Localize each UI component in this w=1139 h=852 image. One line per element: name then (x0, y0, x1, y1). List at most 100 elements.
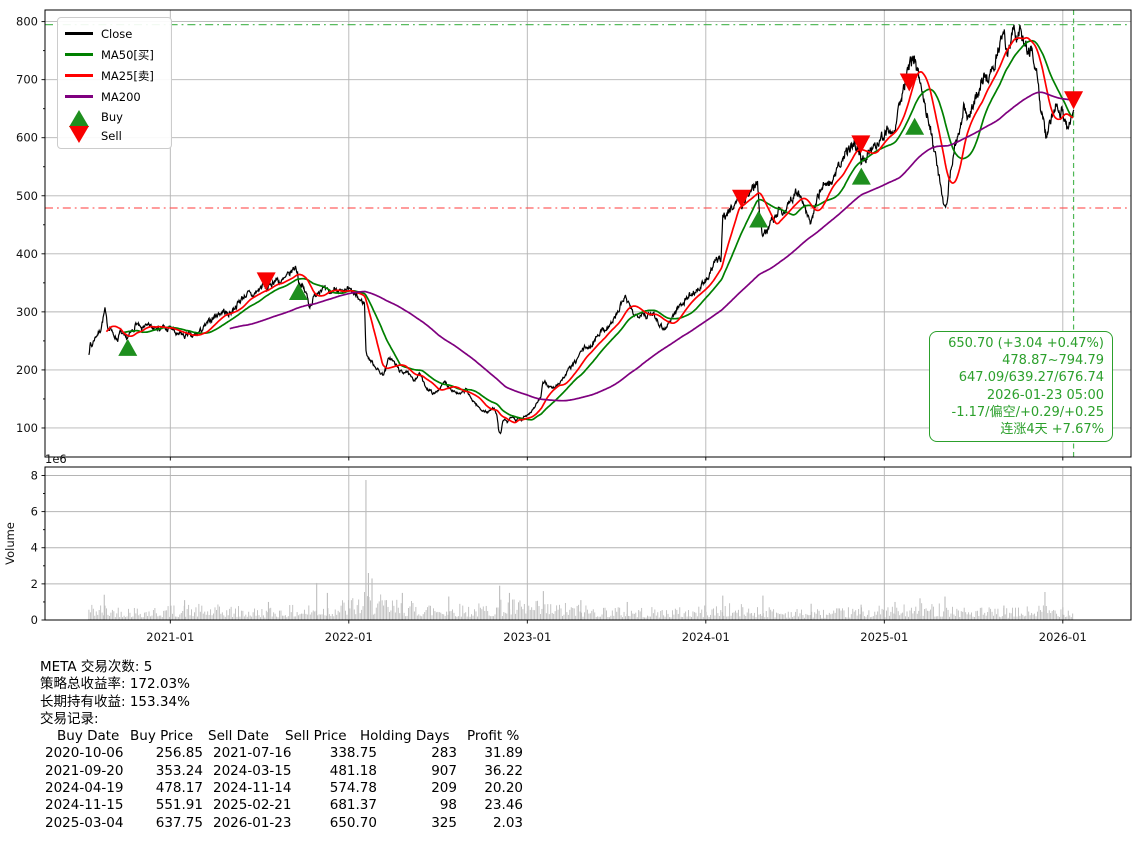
table-row: 2025-03-04 637.75 2026-01-23 650.70 325 … (40, 815, 640, 832)
trade-records-title: 交易记录: (40, 711, 640, 728)
x-tick-label: 2022-01 (325, 630, 373, 644)
trade-cell: 353.24 (128, 763, 203, 780)
x-tick-label: 2023-01 (503, 630, 551, 644)
annotation-range-line: 478.87~794.79 (938, 352, 1104, 369)
y-tick-label: 100 (16, 421, 38, 435)
trade-cell: 551.91 (128, 797, 203, 814)
trade-cell: 338.75 (303, 745, 377, 762)
table-row: 2024-04-19 478.17 2024-11-14 574.78 209 … (40, 780, 640, 797)
y-tick-label: 800 (16, 15, 38, 29)
legend-label: MA50[买] (101, 47, 154, 63)
trade-cell: 20.20 (457, 780, 523, 797)
trade-cell: 907 (377, 763, 457, 780)
sell-triangle-icon (69, 126, 89, 143)
volume-tick-label: 0 (31, 613, 38, 627)
trade-cell: 2021-09-20 (45, 763, 123, 780)
trade-cell: 2.03 (457, 815, 523, 832)
volume-axis-title: Volume (3, 522, 17, 565)
strategy-summary: META 交易次数: 5 策略总收益率: 172.03% 长期持有收益: 153… (40, 659, 640, 832)
trade-cell: 2024-03-15 (213, 763, 291, 780)
ma200-line-swatch (65, 95, 93, 98)
trade-cell: 2020-10-06 (45, 745, 123, 762)
trade-cell: 98 (377, 797, 457, 814)
annotation-ma-line: 647.09/639.27/676.74 (938, 369, 1104, 386)
volume-tick-label: 2 (31, 577, 38, 591)
strategy-figure: 100 200 300 400 500 600 700 800 0 2 4 6 8 2021-01 2022… (0, 0, 1139, 852)
x-tick-label: 2024-01 (682, 630, 730, 644)
volume-tick-label: 8 (31, 468, 38, 482)
legend-label: Close (101, 27, 132, 41)
trade-cell: 650.70 (303, 815, 377, 832)
trade-count-line: META 交易次数: 5 (40, 659, 640, 676)
x-tick-label: 2026-01 (1039, 630, 1087, 644)
ma50-line-swatch (65, 53, 93, 56)
col-buy-date: Buy Date (57, 728, 119, 745)
trade-table-header: Buy Date Buy Price Sell Date Sell Price … (40, 728, 640, 745)
volume-bars (88, 480, 1073, 620)
buy-triangle-icon (69, 110, 89, 127)
legend-item-ma200: MA200 (65, 86, 165, 107)
trade-cell: 2021-07-16 (213, 745, 291, 762)
trade-cell: 325 (377, 815, 457, 832)
trade-cell: 574.78 (303, 780, 377, 797)
x-tick-label: 2025-01 (860, 630, 908, 644)
annotation-datetime-line: 2026-01-23 05:00 (938, 387, 1104, 404)
table-row: 2020-10-06 256.85 2021-07-16 338.75 283 … (40, 745, 640, 762)
legend-item-close: Close (65, 23, 165, 44)
y-tick-label: 300 (16, 305, 38, 319)
trade-cell: 256.85 (128, 745, 203, 762)
trade-cell: 2025-02-21 (213, 797, 291, 814)
ma25-line-swatch (65, 74, 93, 77)
col-sell-price: Sell Price (285, 728, 347, 745)
trade-cell: 283 (377, 745, 457, 762)
trade-cell: 681.37 (303, 797, 377, 814)
table-row: 2021-09-20 353.24 2024-03-15 481.18 907 … (40, 763, 640, 780)
y-tick-label: 600 (16, 131, 38, 145)
hold-return-line: 长期持有收益: 153.34% (40, 694, 640, 711)
chart-legend: Close MA50[买] MA25[卖] MA200 Buy Sell (57, 17, 172, 149)
legend-label: Sell (101, 129, 122, 143)
col-sell-date: Sell Date (208, 728, 269, 745)
annotation-bias-line: -1.17/偏空/+0.29/+0.25 (938, 404, 1104, 421)
trade-cell: 2024-11-14 (213, 780, 291, 797)
col-holding-days: Holding Days (360, 728, 450, 745)
gridlines (45, 10, 1131, 620)
x-tick-label: 2021-01 (146, 630, 194, 644)
legend-label: Buy (101, 110, 123, 124)
legend-item-buy: Buy (65, 107, 165, 126)
trade-cell: 31.89 (457, 745, 523, 762)
strategy-return-line: 策略总收益率: 172.03% (40, 676, 640, 693)
trade-cell: 209 (377, 780, 457, 797)
buy-marker (118, 339, 137, 356)
trade-cell: 2024-04-19 (45, 780, 123, 797)
trade-cell: 481.18 (303, 763, 377, 780)
annotation-price-line: 650.70 (+3.04 +0.47%) (938, 335, 1104, 352)
volume-tick-label: 6 (31, 505, 38, 519)
legend-item-ma25: MA25[卖] (65, 65, 165, 86)
trade-cell: 478.17 (128, 780, 203, 797)
trade-cell: 2025-03-04 (45, 815, 123, 832)
legend-label: MA200 (101, 90, 141, 104)
trade-cell: 36.22 (457, 763, 523, 780)
trade-cell: 2024-11-15 (45, 797, 123, 814)
close-line (89, 25, 1074, 434)
trade-markers (118, 73, 1083, 355)
last-price-annotation: 650.70 (+3.04 +0.47%) 478.87~794.79 647.… (929, 331, 1113, 442)
close-line-swatch (65, 32, 93, 35)
annotation-streak-line: 连涨4天 +7.67% (938, 421, 1104, 438)
y-tick-label: 400 (16, 247, 38, 261)
trade-cell: 637.75 (128, 815, 203, 832)
y-tick-label: 700 (16, 73, 38, 87)
legend-item-sell: Sell (65, 126, 165, 145)
y-tick-label: 500 (16, 189, 38, 203)
trade-cell: 23.46 (457, 797, 523, 814)
table-row: 2024-11-15 551.91 2025-02-21 681.37 98 2… (40, 797, 640, 814)
volume-tick-label: 4 (31, 541, 38, 555)
legend-label: MA25[卖] (101, 68, 154, 84)
col-profit: Profit % (467, 728, 519, 745)
trade-cell: 2026-01-23 (213, 815, 291, 832)
legend-item-ma50: MA50[买] (65, 44, 165, 65)
axes-spine (45, 467, 1131, 620)
y-tick-label: 200 (16, 363, 38, 377)
axis-ticks (42, 22, 1063, 624)
